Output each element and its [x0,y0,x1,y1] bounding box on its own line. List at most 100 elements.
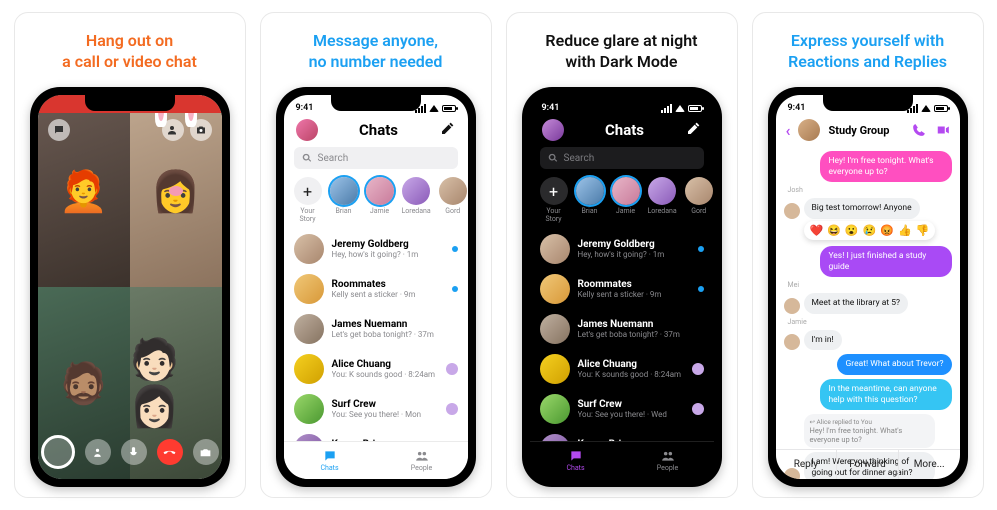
people-icon [661,449,675,463]
add-person-icon[interactable] [162,119,184,141]
battery-icon [688,105,702,112]
mute-button[interactable] [121,439,147,465]
flip-camera-button[interactable] [193,439,219,465]
story-item[interactable]: +Your Story [294,177,322,223]
video-call-icon[interactable] [936,123,950,137]
chat-row[interactable]: Alice ChuangYou: K sounds good · 8:24am [284,349,468,389]
group-avatar[interactable] [798,119,820,141]
chat-subtitle: Kelly sent a sticker · 9m [578,290,690,299]
search-input[interactable]: Search [294,147,458,169]
caption: Express yourself with Reactions and Repl… [788,31,947,75]
story-item[interactable]: Gord [685,177,713,223]
story-item[interactable]: Gord [439,177,467,223]
profile-avatar[interactable] [296,119,318,141]
reply-quote: ↩ Alice replied to YouHey! I'm free toni… [804,414,935,448]
phone-frame: 9:41 Chats Search +Your StoryBrianJamieL… [522,87,722,487]
story-item[interactable]: Brian [330,177,358,223]
chat-row[interactable]: RoommatesKelly sent a sticker · 9m [530,269,714,309]
chat-row[interactable]: RoommatesKelly sent a sticker · 9m [284,269,468,309]
message-received[interactable]: Big test tomorrow! Anyone [804,198,920,219]
chat-row[interactable]: Jeremy GoldbergHey, how's it going? · 1m [284,229,468,269]
promo-panel-conversation: Express yourself with Reactions and Repl… [752,12,984,498]
status-time: 9:41 [788,103,806,113]
profile-avatar[interactable] [542,119,564,141]
chat-row[interactable]: Surf CrewYou: See you there! · Wed [530,389,714,429]
chat-name: Surf Crew [578,399,684,410]
reaction-icon[interactable]: 👎 [916,224,930,237]
message-sent[interactable]: Hey! I'm free tonight. What's everyone u… [820,151,951,182]
reaction-icon[interactable]: 😮 [845,224,859,237]
reaction-icon[interactable]: 😡 [880,224,894,237]
chat-row[interactable]: James NuemannLet's get boba tonight? · 3… [530,309,714,349]
chat-avatar [540,274,570,304]
message-received[interactable]: I'm in! [804,330,842,351]
more-button[interactable]: More... [898,450,960,479]
capture-button[interactable] [41,435,75,469]
call-bottom-controls [38,435,222,469]
status-time: 9:41 [296,103,314,113]
notch [823,95,913,111]
seen-avatar-icon [692,403,704,415]
phone-frame: 9:41 ‹ Study Group Hey! I'm free tonight… [768,87,968,487]
reaction-icon[interactable]: 👍 [898,224,912,237]
compose-button[interactable] [440,120,456,140]
reaction-icon[interactable]: 😢 [863,224,877,237]
reply-button[interactable]: Reply [776,450,837,479]
search-input[interactable]: Search [540,147,704,169]
chat-name: Alice Chuang [332,359,438,370]
reaction-icon[interactable]: ❤️ [810,224,824,237]
wifi-icon [675,105,685,112]
call-top-controls [48,119,212,141]
wifi-icon [429,105,439,112]
chat-name: James Nuemann [578,319,704,330]
effects-button[interactable] [85,439,111,465]
bunny-nose-icon [169,186,183,196]
notch [331,95,421,111]
chat-name: Jeremy Goldberg [332,239,444,250]
chat-row[interactable]: Alice ChuangYou: K sounds good · 8:24am [530,349,714,389]
promo-panel-chats-light: Message anyone, no number needed 9:41 Ch… [260,12,492,498]
chat-name: Alice Chuang [578,359,684,370]
compose-button[interactable] [686,120,702,140]
screen-conversation: 9:41 ‹ Study Group Hey! I'm free tonight… [776,95,960,479]
battery-icon [442,105,456,112]
tab-people[interactable]: People [622,442,714,479]
chat-bubble-icon[interactable] [48,119,70,141]
message-sent[interactable]: In the meantime, can anyone help with th… [820,379,951,410]
message-list: Hey! I'm free tonight. What's everyone u… [776,147,960,479]
forward-button[interactable]: Forward [836,450,898,479]
story-item[interactable]: Jamie [366,177,394,223]
message-sent[interactable]: Yes! I just finished a study guide [820,246,951,277]
video-grid: 🧑‍🦰 👩 🧔🏽 🧑🏻👩🏻 [38,95,222,479]
story-item[interactable]: Loredana [402,177,431,223]
story-item[interactable]: +Your Story [540,177,568,223]
message-sent[interactable]: Great! What about Trevor? [837,354,951,375]
story-label: Gord [685,207,713,215]
chat-avatar [540,314,570,344]
chat-icon [323,449,337,463]
back-button[interactable]: ‹ [786,121,791,140]
tab-people[interactable]: People [376,442,468,479]
caption: Reduce glare at night with Dark Mode [545,31,697,75]
search-icon [548,153,558,163]
audio-call-icon[interactable] [912,123,926,137]
chat-list: Jeremy GoldbergHey, how's it going? · 1m… [530,229,714,469]
camera-icon[interactable] [190,119,212,141]
stories-row: +Your Story Brian Jamie Loredana Gord [284,177,468,229]
reaction-picker[interactable]: ❤️😆 😮 😢😡 👍 👎 [804,221,936,240]
tab-chats[interactable]: Chats [530,442,622,479]
chat-subtitle: Let's get boba tonight? · 37m [332,330,458,339]
story-item[interactable]: Jamie [612,177,640,223]
end-call-button[interactable] [157,439,183,465]
chat-row[interactable]: James NuemannLet's get boba tonight? · 3… [284,309,468,349]
story-item[interactable]: Loredana [648,177,677,223]
message-received[interactable]: Meet at the library at 5? [804,293,909,314]
chat-icon [569,449,583,463]
reaction-icon[interactable]: 😆 [827,224,841,237]
story-item[interactable]: Brian [576,177,604,223]
tab-chats[interactable]: Chats [284,442,376,479]
chat-row[interactable]: Surf CrewYou: See you there! · Mon [284,389,468,429]
stories-row: +Your Story Brian Jamie Loredana Gord [530,177,714,229]
chat-row[interactable]: Jeremy GoldbergHey, how's it going? · 1m [530,229,714,269]
story-label: Brian [330,207,358,215]
